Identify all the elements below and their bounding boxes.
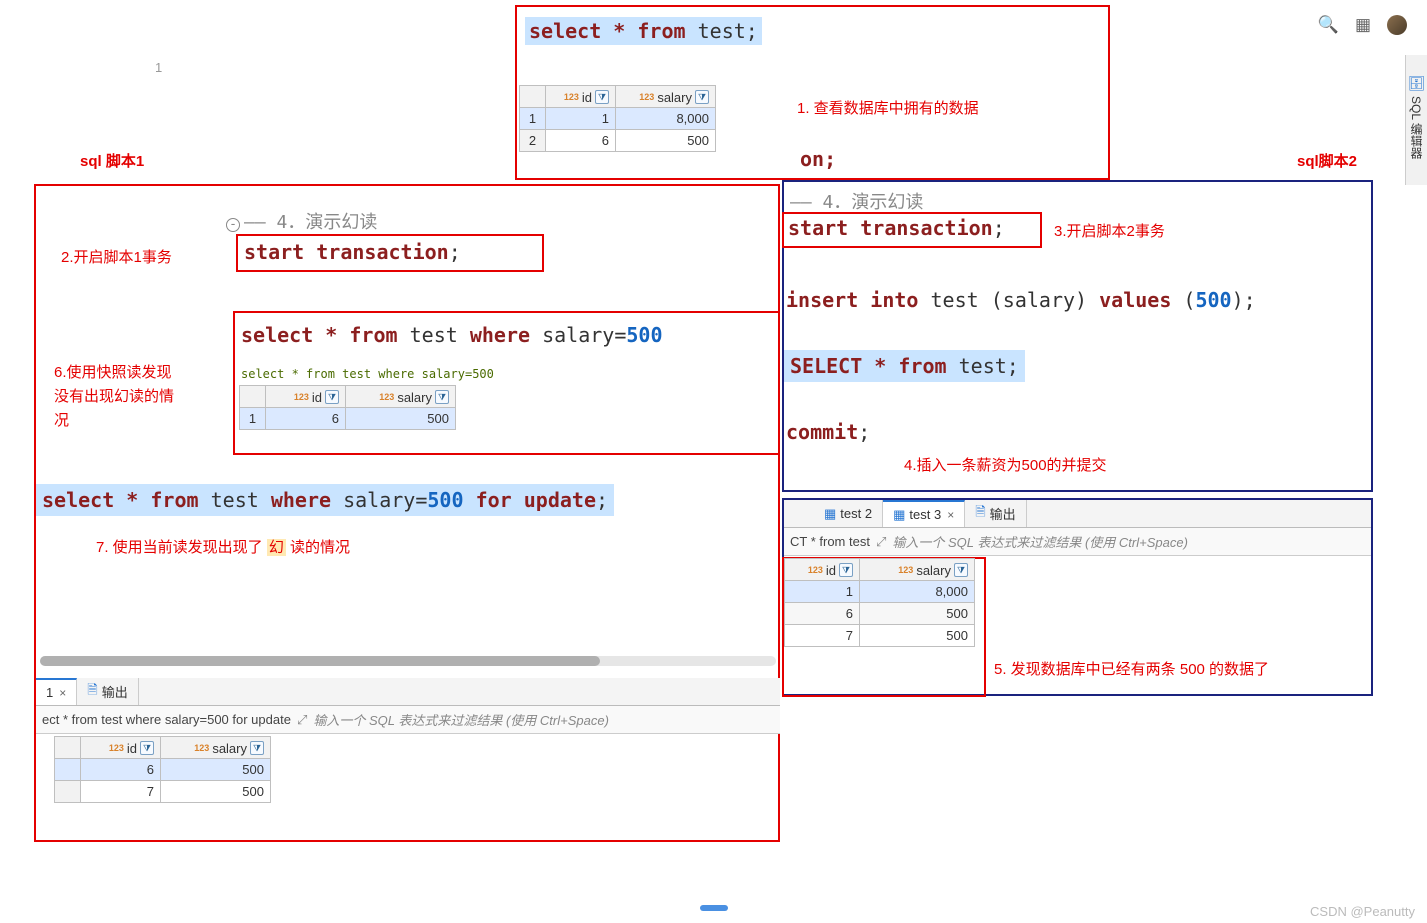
box-start-tx-left: start transaction;	[236, 234, 544, 272]
grid-bottom: 123id⧩ 123salary⧩ 6500 7500	[54, 736, 271, 803]
top-right-toolbar: 🔍 ▦	[1318, 15, 1407, 35]
box-select-where: select * from test where salary=500 sele…	[233, 311, 780, 455]
sql-select-where: select * from test where salary=500	[241, 323, 663, 347]
box-script2-code: —— 4．演示幻读 start transaction; 3.开启脚本2事务 i…	[782, 180, 1373, 492]
grid-bottom-header: 123id⧩ 123salary⧩	[55, 737, 271, 759]
sql-editor-label[interactable]: SQL 编辑器	[1408, 96, 1425, 159]
filter-sql-right: CT * from test	[790, 534, 870, 549]
table-row[interactable]: 18,000	[785, 581, 975, 603]
small-sql-where: select * from test where salary=500	[241, 367, 494, 381]
grid-snap: 123id⧩ 123salary⧩ 16500	[239, 385, 456, 430]
sql-comment-right: —— 4．演示幻读	[790, 188, 923, 214]
table-row[interactable]: 6500	[55, 759, 271, 781]
sql-editor-icon[interactable]: 🗄	[1408, 75, 1426, 92]
box-script2-results: ▦test 2 ▦test 3× 🗎输出 CT * from test ⤢ 输入…	[782, 498, 1373, 696]
tab-test3[interactable]: ▦test 3×	[883, 500, 965, 527]
label-step2: 2.开启脚本1事务	[61, 246, 172, 267]
grid-right3-header: 123id⧩ 123salary⧩	[785, 559, 975, 581]
grid-top: 123id⧩ 123salary⧩ 118,000 26500	[519, 85, 716, 152]
filter-sql-left: ect * from test where salary=500 for upd…	[42, 712, 291, 727]
tab-output-right[interactable]: 🗎输出	[965, 500, 1026, 527]
panel-icon[interactable]: ▦	[1355, 15, 1371, 35]
gutter-line-1: 1	[155, 60, 162, 75]
sql-comment-left: -—— 4．演示幻读	[226, 208, 377, 234]
watermark: CSDN @Peanutty	[1310, 904, 1415, 919]
filter-icon[interactable]: ⧩	[435, 390, 449, 404]
search-icon[interactable]: 🔍	[1318, 15, 1339, 35]
grid-snap-header: 123id⧩ 123salary⧩	[240, 386, 456, 408]
output-icon: 🗎	[975, 503, 985, 525]
right-sidebar: 🗄 SQL 编辑器	[1405, 55, 1427, 185]
filter-icon[interactable]: ⧩	[839, 563, 853, 577]
output-icon: 🗎	[87, 681, 97, 703]
table-row[interactable]: 7500	[785, 625, 975, 647]
table-row[interactable]: 7500	[55, 781, 271, 803]
table-row[interactable]: 6500	[785, 603, 975, 625]
tabbar-right: ▦test 2 ▦test 3× 🗎输出	[784, 500, 1371, 528]
filter-hint-right[interactable]: 输入一个 SQL 表达式来过滤结果 (使用 Ctrl+Space)	[892, 532, 1188, 551]
table-icon: ▦	[824, 506, 836, 522]
close-icon[interactable]: ×	[947, 508, 954, 522]
filter-icon[interactable]: ⧩	[250, 741, 264, 755]
label-step7: 7. 使用当前读发现出现了 幻 读的情况	[96, 536, 350, 557]
sql-select-for-update: select * from test where salary=500 for …	[36, 484, 614, 516]
scrollbar-h[interactable]	[40, 656, 776, 666]
filter-icon[interactable]: ⧩	[595, 90, 609, 104]
filterbar-right: CT * from test ⤢ 输入一个 SQL 表达式来过滤结果 (使用 C…	[784, 528, 1371, 556]
expand-icon[interactable]: ⤢	[876, 534, 886, 550]
sql-start-tx-right: start transaction;	[784, 214, 1009, 242]
table-row[interactable]: 26500	[520, 130, 716, 152]
label-step3: 3.开启脚本2事务	[1054, 220, 1165, 241]
sql-start-tx-left: start transaction;	[238, 236, 467, 268]
close-icon[interactable]: ×	[59, 686, 66, 700]
label-step4: 4.插入一条薪资为500的并提交	[904, 454, 1107, 475]
table-row[interactable]: 16500	[240, 408, 456, 430]
bottom-handle[interactable]	[700, 905, 728, 911]
box-script1: -—— 4．演示幻读 start transaction; 2.开启脚本1事务 …	[34, 184, 780, 842]
sql-insert: insert into test (salary) values (500);	[786, 288, 1256, 312]
avatar[interactable]	[1387, 15, 1407, 35]
sql-commit: commit;	[786, 420, 870, 444]
filter-icon[interactable]: ⧩	[140, 741, 154, 755]
filter-icon[interactable]: ⧩	[325, 390, 339, 404]
label-step6: 6.使用快照读发现 没有出现幻读的情 况	[54, 361, 174, 433]
tab-1[interactable]: 1×	[36, 678, 77, 705]
filter-hint-left[interactable]: 输入一个 SQL 表达式来过滤结果 (使用 Ctrl+Space)	[313, 710, 609, 729]
expand-icon[interactable]: ⤢	[297, 712, 307, 728]
filterbar-left: ect * from test where salary=500 for upd…	[36, 706, 780, 734]
table-row[interactable]: 118,000	[520, 108, 716, 130]
tab-test2[interactable]: ▦test 2	[814, 500, 883, 527]
label-script2: sql脚本2	[1297, 150, 1357, 171]
box-start-tx-right: start transaction;	[782, 212, 1042, 248]
tab-output-left[interactable]: 🗎输出	[77, 678, 138, 705]
tabbar-left: 1× 🗎输出	[36, 678, 780, 706]
grid-right3: 123id⧩ 123salary⧩ 18,000 6500 7500	[784, 558, 975, 647]
filter-icon[interactable]: ⧩	[954, 563, 968, 577]
sql-select-right: SELECT * from test;	[784, 350, 1025, 382]
label-script1: sql 脚本1	[80, 150, 144, 171]
table-icon: ▦	[893, 507, 905, 523]
label-step1: 1. 查看数据库中拥有的数据	[797, 97, 979, 118]
grid-top-header: 123id⧩ 123salary⧩	[520, 86, 716, 108]
sql-select-top: select * from test;	[525, 17, 762, 45]
filter-icon[interactable]: ⧩	[695, 90, 709, 104]
box-step1: select * from test; 1. 查看数据库中拥有的数据 123id…	[515, 5, 1110, 180]
label-step5: 5. 发现数据库中已经有两条 500 的数据了	[994, 658, 1269, 679]
